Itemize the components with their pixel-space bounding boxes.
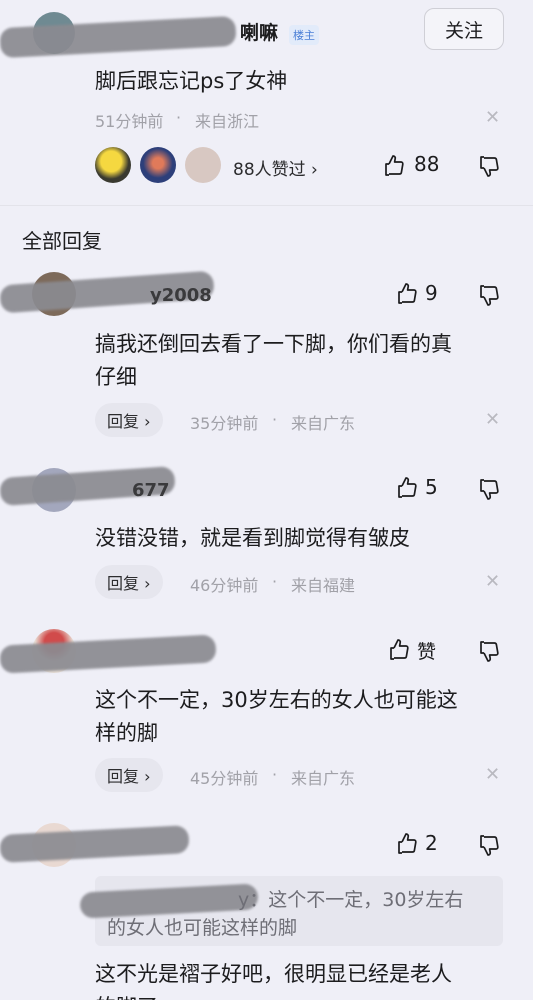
like-count: 5 <box>425 475 438 499</box>
like-count: 88 <box>414 152 440 176</box>
comment-time: 46分钟前 <box>190 576 259 595</box>
comment-text: 仔细 <box>95 365 137 389</box>
thumbs-down-icon[interactable] <box>477 284 501 308</box>
close-icon[interactable]: ✕ <box>485 764 500 785</box>
quote-text: y：这个不一定，30岁左右 <box>238 889 464 911</box>
liker-avatar[interactable] <box>185 147 221 183</box>
post-time: 51分钟前 <box>95 112 164 131</box>
close-icon[interactable]: ✕ <box>485 107 500 128</box>
comment-text: 搞我还倒回去看了一下脚，你们看的真 <box>95 332 452 356</box>
comment-location: 来自广东 <box>291 414 356 433</box>
thumbs-down-icon[interactable] <box>477 155 501 179</box>
thumbs-up-icon[interactable] <box>395 475 419 499</box>
meta-dot: · <box>272 410 278 429</box>
meta-dot: · <box>272 765 278 784</box>
username[interactable]: 677 <box>132 480 170 501</box>
quote-text: 的女人也可能这样的脚 <box>107 917 298 939</box>
liker-avatar[interactable] <box>140 147 176 183</box>
comment-location: 来自广东 <box>291 769 356 788</box>
close-icon[interactable]: ✕ <box>485 409 500 430</box>
thumbs-up-icon[interactable] <box>395 281 419 305</box>
thumbs-down-icon[interactable] <box>477 640 501 664</box>
liker-avatar[interactable] <box>95 147 131 183</box>
op-badge: 楼主 <box>289 25 319 45</box>
thumbs-up-icon[interactable] <box>395 831 419 855</box>
comment-text: 这不光是褶子好吧，很明显已经是老人 <box>95 962 452 986</box>
thumbs-down-icon[interactable] <box>477 478 501 502</box>
username[interactable]: 喇嘛 <box>240 18 278 45</box>
comment-text: 这个不一定，30岁左右的女人也可能这 <box>95 688 458 712</box>
redacted-username <box>0 825 190 863</box>
follow-button[interactable]: 关注 <box>424 8 504 50</box>
divider <box>0 205 533 206</box>
meta-dot: · <box>176 108 182 127</box>
section-title: 全部回复 <box>22 229 102 253</box>
like-label[interactable]: 赞 <box>417 637 436 664</box>
reply-button[interactable]: 回复 › <box>95 565 163 599</box>
thumbs-up-icon[interactable] <box>382 153 406 177</box>
comment-text: 样的脚 <box>95 721 158 745</box>
meta-dot: · <box>272 572 278 591</box>
post-location: 来自浙江 <box>195 112 260 131</box>
reply-button[interactable]: 回复 › <box>95 403 163 437</box>
likers-summary[interactable]: 88人赞过 › <box>233 155 318 180</box>
comment-text: 没错没错，就是看到脚觉得有皱皮 <box>95 526 410 550</box>
thumbs-up-icon[interactable] <box>387 637 411 661</box>
comment-location: 来自福建 <box>291 576 356 595</box>
like-count: 9 <box>425 281 438 305</box>
like-count: 2 <box>425 831 438 855</box>
comment-time: 45分钟前 <box>190 769 259 788</box>
reply-button[interactable]: 回复 › <box>95 758 163 792</box>
username[interactable]: y2008 <box>150 285 212 306</box>
comment-time: 35分钟前 <box>190 414 259 433</box>
redacted-username <box>0 634 217 674</box>
close-icon[interactable]: ✕ <box>485 571 500 592</box>
post-text: 脚后跟忘记ps了女神 <box>95 69 288 93</box>
thumbs-down-icon[interactable] <box>477 834 501 858</box>
comment-text: 的脚了 <box>95 990 158 1000</box>
